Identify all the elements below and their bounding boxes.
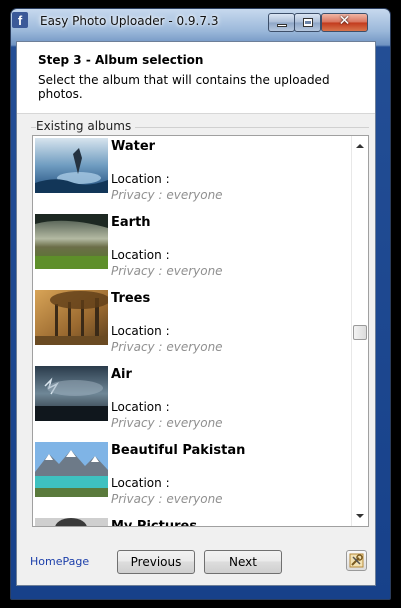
portrait-photo-thumbnail	[35, 518, 108, 526]
scroll-up-arrow-icon[interactable]	[356, 144, 364, 148]
mountain-lake-photo-thumbnail	[35, 442, 108, 497]
album-name: My Pictures	[111, 519, 198, 527]
album-item-my-pictures[interactable]: My Pictures	[33, 516, 350, 527]
album-privacy: Privacy : everyone	[111, 416, 223, 430]
album-item-earth[interactable]: Earth Location : Privacy : everyone	[33, 212, 350, 288]
tools-button[interactable]	[346, 550, 367, 571]
maximize-icon	[303, 18, 313, 27]
minimize-button[interactable]	[268, 13, 295, 32]
window-title: Easy Photo Uploader - 0.9.7.3	[40, 14, 219, 28]
tools-icon	[349, 553, 364, 568]
close-icon: ✕	[338, 13, 351, 29]
close-button[interactable]: ✕	[321, 13, 368, 32]
next-button[interactable]: Next	[204, 550, 282, 574]
album-name: Trees	[111, 291, 151, 306]
album-location: Location :	[111, 172, 170, 186]
album-item-air[interactable]: Air Location : Privacy : everyone	[33, 364, 350, 440]
album-privacy: Privacy : everyone	[111, 492, 223, 506]
step-header: Step 3 - Album selection Select the albu…	[17, 42, 375, 114]
existing-albums-label: Existing albums	[36, 119, 136, 133]
water-photo-thumbnail	[35, 138, 108, 193]
album-location: Location :	[111, 324, 170, 338]
step-description: Select the album that will contains the …	[38, 73, 330, 101]
wizard-panel: Step 3 - Album selection Select the albu…	[16, 41, 376, 586]
earth-photo-thumbnail	[35, 214, 108, 269]
air-photo-thumbnail	[35, 366, 108, 421]
album-privacy: Privacy : everyone	[111, 340, 223, 354]
album-list-scrollbar[interactable]	[351, 136, 368, 526]
homepage-link[interactable]: HomePage	[30, 555, 89, 568]
album-location: Location :	[111, 476, 170, 490]
album-privacy: Privacy : everyone	[111, 188, 223, 202]
album-name: Water	[111, 139, 156, 154]
album-list[interactable]: Water Location : Privacy : everyone Eart…	[32, 135, 369, 527]
album-item-trees[interactable]: Trees Location : Privacy : everyone	[33, 288, 350, 364]
album-location: Location :	[111, 400, 170, 414]
album-name: Earth	[111, 215, 151, 230]
step-title: Step 3 - Album selection	[38, 53, 204, 67]
trees-photo-thumbnail	[35, 290, 108, 345]
app-window: f Easy Photo Uploader - 0.9.7.3 ✕ Step 3…	[0, 0, 401, 608]
minimize-icon	[277, 24, 287, 27]
album-location: Location :	[111, 248, 170, 262]
scrollbar-thumb[interactable]	[353, 325, 367, 340]
album-item-beautiful-pakistan[interactable]: Beautiful Pakistan Location : Privacy : …	[33, 440, 350, 516]
maximize-button[interactable]	[294, 13, 321, 32]
facebook-icon: f	[12, 12, 28, 28]
album-item-water[interactable]: Water Location : Privacy : everyone	[33, 136, 350, 212]
album-name: Beautiful Pakistan	[111, 443, 246, 458]
scroll-down-arrow-icon[interactable]	[356, 514, 364, 518]
previous-button[interactable]: Previous	[117, 550, 195, 574]
album-privacy: Privacy : everyone	[111, 264, 223, 278]
album-name: Air	[111, 367, 132, 382]
